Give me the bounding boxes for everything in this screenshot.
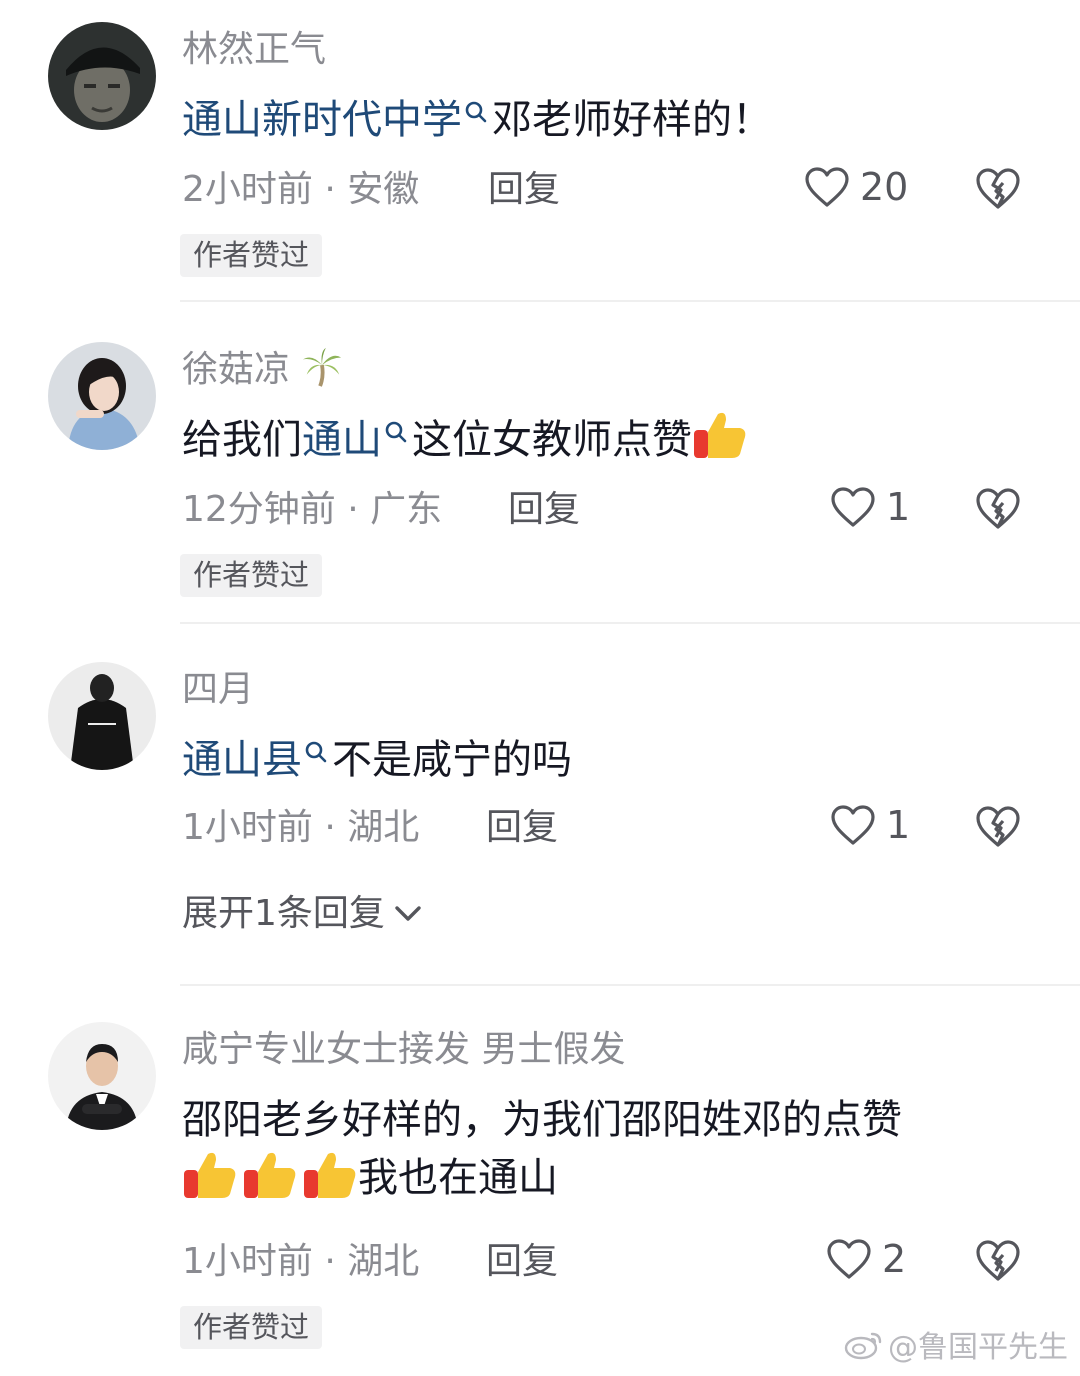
reply-button[interactable]: 回复 xyxy=(486,810,558,846)
comment-username[interactable]: 林然正气 xyxy=(182,32,326,68)
heart-icon xyxy=(831,487,875,527)
comment-username[interactable]: 徐菇凉 xyxy=(182,347,343,390)
avatar[interactable] xyxy=(48,1022,156,1130)
comment-location: 湖北 xyxy=(347,1241,420,1282)
comment-body: 我也在通山 xyxy=(358,1155,558,1201)
comment-time: 2小时前 xyxy=(182,169,313,210)
expand-replies-label: 展开1条回复 xyxy=(182,893,385,934)
search-icon xyxy=(385,421,407,443)
dislike-button[interactable] xyxy=(974,804,1022,848)
meta-separator: · xyxy=(312,1241,348,1282)
dislike-button[interactable] xyxy=(974,1238,1022,1282)
comment-location: 广东 xyxy=(370,489,443,530)
like-count: 20 xyxy=(860,165,909,209)
comment-time: 12分钟前 xyxy=(182,489,336,530)
broken-heart-icon xyxy=(976,806,1020,847)
meta-separator: · xyxy=(335,489,371,530)
dislike-button[interactable] xyxy=(974,166,1022,210)
dislike-button[interactable] xyxy=(974,486,1022,530)
meta-separator: · xyxy=(312,169,348,210)
comment-text: 通山县 不是咸宁的吗 xyxy=(182,740,572,780)
heart-icon xyxy=(805,167,849,207)
comment-meta: 12分钟前 · 广东 xyxy=(182,492,442,528)
author-liked-badge: 作者赞过 xyxy=(180,234,323,278)
search-icon xyxy=(305,741,327,763)
heart-icon xyxy=(827,1239,871,1279)
broken-heart-icon xyxy=(976,1240,1020,1281)
weibo-icon xyxy=(844,1332,882,1360)
comment-body: 邓老师好样的！ xyxy=(492,97,772,143)
broken-heart-icon xyxy=(976,168,1020,209)
search-link[interactable]: 通山 xyxy=(302,417,382,463)
comment-meta: 1小时前 · 湖北 xyxy=(182,810,419,846)
comment-text: 给我们通山 这位女教师点赞 xyxy=(182,412,748,463)
thumbs-up-icon xyxy=(184,1152,236,1198)
comment-text: 通山新时代中学 邓老师好样的！ xyxy=(182,100,772,140)
comment-body: 不是咸宁的吗 xyxy=(332,737,572,783)
reply-button[interactable]: 回复 xyxy=(488,172,560,208)
author-liked-badge: 作者赞过 xyxy=(180,1306,323,1350)
comment-body-prefix: 给我们 xyxy=(182,417,302,463)
search-link[interactable]: 通山新时代中学 xyxy=(182,97,462,143)
comment-location: 安徽 xyxy=(347,169,420,210)
thumbs-up-icon xyxy=(694,412,746,458)
comment-meta: 1小时前 · 湖北 xyxy=(182,1244,419,1280)
thumbs-up-icon xyxy=(244,1152,296,1198)
watermark: @鲁国平先生 xyxy=(844,1322,1068,1366)
comment-location: 湖北 xyxy=(347,807,420,848)
like-count: 1 xyxy=(886,485,911,529)
reply-button[interactable]: 回复 xyxy=(508,492,580,528)
comment-text: 邵阳老乡好样的，为我们邵阳姓邓的点赞 xyxy=(182,1097,902,1143)
broken-heart-icon xyxy=(976,488,1020,529)
like-button[interactable]: 2 xyxy=(826,1238,906,1280)
author-liked-badge: 作者赞过 xyxy=(180,554,323,598)
divider xyxy=(180,984,1080,986)
like-button[interactable]: 1 xyxy=(830,804,910,846)
comment-username[interactable]: 四月 xyxy=(182,672,254,708)
comment-username[interactable]: 咸宁专业女士接发 男士假发 xyxy=(182,1032,625,1068)
heart-icon xyxy=(831,805,875,845)
comment-time: 1小时前 xyxy=(182,807,313,848)
like-count: 2 xyxy=(882,1237,907,1281)
comment-body: 这位女教师点赞 xyxy=(412,417,692,463)
comment-text-line-2: 我也在通山 xyxy=(182,1152,558,1202)
chevron-down-icon xyxy=(395,906,421,921)
avatar[interactable] xyxy=(48,662,156,770)
palm-tree-icon xyxy=(303,347,342,387)
like-count: 1 xyxy=(886,803,911,847)
like-button[interactable]: 1 xyxy=(830,486,910,528)
thumbs-up-icon xyxy=(304,1152,356,1198)
comment-time: 1小时前 xyxy=(182,1241,313,1282)
expand-replies-button[interactable]: 展开1条回复 xyxy=(182,896,423,932)
reply-button[interactable]: 回复 xyxy=(486,1244,558,1280)
divider xyxy=(180,300,1080,302)
watermark-text: @鲁国平先生 xyxy=(888,1330,1068,1365)
comment-meta: 2小时前 · 安徽 xyxy=(182,172,419,208)
divider xyxy=(180,622,1080,624)
search-link[interactable]: 通山县 xyxy=(182,737,302,783)
avatar[interactable] xyxy=(48,342,156,450)
like-button[interactable]: 20 xyxy=(804,166,908,208)
meta-separator: · xyxy=(312,807,348,848)
username-text: 徐菇凉 xyxy=(182,349,291,390)
avatar[interactable] xyxy=(48,22,156,130)
search-icon xyxy=(465,101,487,123)
